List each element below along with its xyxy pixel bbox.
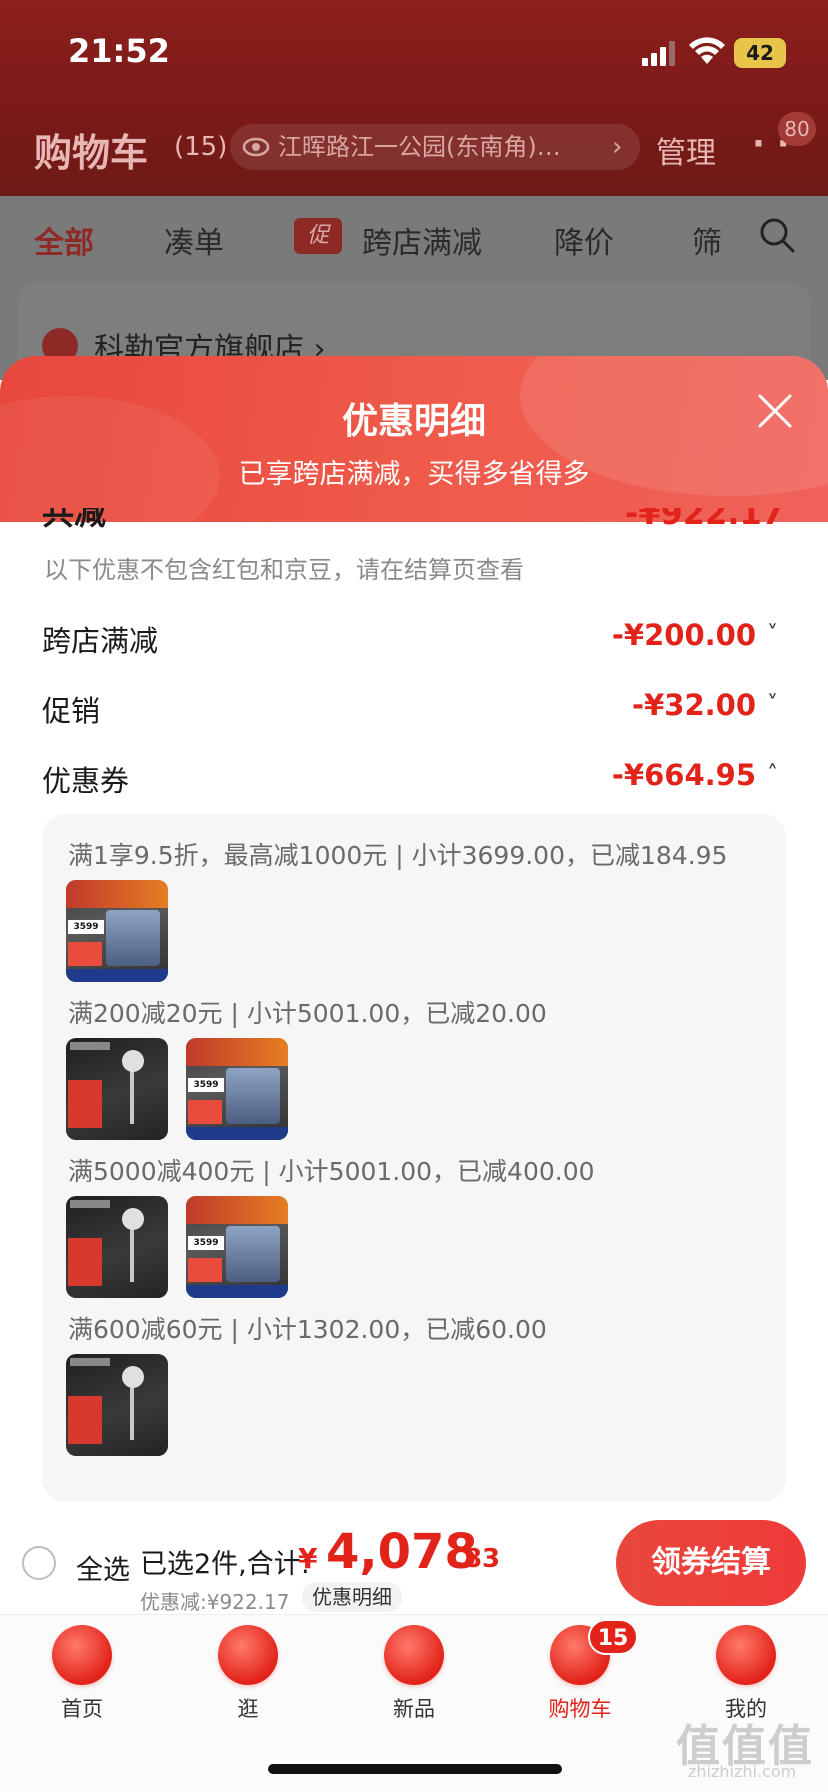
tab-all[interactable]: 全部 — [34, 218, 94, 262]
product-thumbnail-dishwasher[interactable]: 3599 — [186, 1196, 288, 1298]
coupon-rule: 满1享9.5折，最高减1000元 | 小计3699.00，已减184.95 — [68, 841, 728, 870]
cart-title: 购物车 — [34, 131, 149, 175]
address-selector[interactable]: 江晖路江一公园(东南角)… — [230, 124, 640, 170]
checkout-button[interactable]: 领券结算 — [616, 1520, 806, 1606]
product-thumbnail-shower[interactable] — [66, 1038, 168, 1140]
cross-store-label[interactable]: 跨店满减 — [42, 618, 158, 660]
coupon-value[interactable]: -¥664.95 — [612, 758, 756, 792]
promo-tag: 促 — [294, 218, 342, 254]
tabbar-item-profile[interactable]: 我的 — [686, 1625, 806, 1723]
chevron-up-icon[interactable]: ˄ — [767, 762, 778, 787]
selected-summary: 已选2件,合计: — [140, 1549, 310, 1580]
chevron-right-icon: › — [612, 132, 623, 162]
wifi-icon — [689, 37, 725, 64]
coupon-detail-box: 满1享9.5折，最高减1000元 | 小计3699.00，已减184.95 35… — [42, 814, 786, 1502]
discount-detail-button[interactable]: 优惠明细 — [302, 1582, 402, 1612]
cross-store-value[interactable]: -¥200.00 — [612, 618, 756, 652]
status-bar: 21:52 42 — [0, 0, 828, 104]
status-time: 21:52 — [68, 32, 170, 70]
discount-sheet-header: 优惠明细 已享跨店满减，买得多省得多 — [0, 356, 828, 522]
sheet-title: 优惠明细 — [341, 401, 486, 442]
product-thumbnail-dishwasher[interactable]: 3599 — [66, 880, 168, 982]
discount-sheet-body: 共减 -¥922.17 以下优惠不包含红包和京豆，请在结算页查看 跨店满减 -¥… — [0, 508, 828, 1512]
total-discount-value: -¥922.17 — [624, 508, 784, 532]
signal-icon — [642, 41, 675, 66]
promotion-label[interactable]: 促销 — [42, 688, 100, 730]
home-icon — [52, 1625, 112, 1685]
discount-amount: 优惠减:¥922.17 — [140, 1590, 290, 1614]
checkout-bar: 全选 已选2件,合计: ¥ 4,078 .83 优惠减:¥922.17 优惠明细… — [0, 1512, 828, 1614]
coupon-label[interactable]: 优惠券 — [42, 758, 129, 800]
chevron-down-icon[interactable]: ˅ — [767, 692, 778, 717]
coupon-rule: 满600减60元 | 小计1302.00，已减60.00 — [68, 1315, 547, 1344]
tab-price-drop[interactable]: 降价 — [554, 218, 614, 262]
promotion-value[interactable]: -¥32.00 — [632, 688, 756, 722]
eye-icon — [242, 137, 270, 157]
battery-indicator: 42 — [734, 38, 786, 68]
total-price-decimal: .83 — [454, 1544, 501, 1574]
tab-filter[interactable]: 筛 — [692, 218, 722, 262]
total-currency: ¥ — [298, 1542, 318, 1575]
cart-count: (15) — [174, 132, 228, 162]
home-indicator — [268, 1764, 562, 1774]
tab-cross-store[interactable]: 跨店满减 — [362, 218, 482, 262]
product-thumbnail-shower[interactable] — [66, 1196, 168, 1298]
select-all-checkbox[interactable] — [22, 1546, 56, 1580]
manage-button[interactable]: 管理 — [656, 128, 716, 172]
product-thumbnail-dishwasher[interactable]: 3599 — [186, 1038, 288, 1140]
tabbar-item-home[interactable]: 首页 — [22, 1625, 142, 1723]
tabbar-label: 购物车 — [548, 1697, 612, 1721]
watermark-url: zhizhizhi.com — [688, 1762, 797, 1781]
filter-tabs: 全部 凑单 跨店满减 降价 筛 — [0, 196, 828, 280]
tabbar-item-browse[interactable]: 逛 — [188, 1625, 308, 1723]
browse-icon — [218, 1625, 278, 1685]
coupon-rule: 满5000减400元 | 小计5001.00，已减400.00 — [68, 1157, 595, 1186]
more-badge: 80 — [778, 112, 816, 146]
tab-bundle[interactable]: 凑单 — [164, 218, 224, 262]
new-products-icon — [384, 1625, 444, 1685]
coupon-rule: 满200减20元 | 小计5001.00，已减20.00 — [68, 999, 547, 1028]
product-thumbnail-shower[interactable] — [66, 1354, 168, 1456]
cart-badge: 15 — [588, 1619, 638, 1655]
tabbar-label: 逛 — [237, 1697, 259, 1721]
profile-icon — [716, 1625, 776, 1685]
tabbar-item-new[interactable]: 新品 — [354, 1625, 474, 1723]
tabbar-item-cart[interactable]: 15 购物车 — [520, 1619, 640, 1723]
select-all-label[interactable]: 全选 — [76, 1548, 130, 1587]
close-icon[interactable] — [756, 392, 794, 430]
tabbar-label: 首页 — [61, 1697, 103, 1721]
discount-note: 以下优惠不包含红包和京豆，请在结算页查看 — [44, 556, 524, 584]
total-discount-label: 共减 — [42, 508, 107, 532]
chevron-down-icon[interactable]: ˅ — [767, 622, 778, 647]
sheet-subtitle: 已享跨店满减，买得多省得多 — [238, 459, 590, 490]
search-icon[interactable] — [758, 216, 796, 254]
tabbar-label: 新品 — [393, 1697, 435, 1721]
